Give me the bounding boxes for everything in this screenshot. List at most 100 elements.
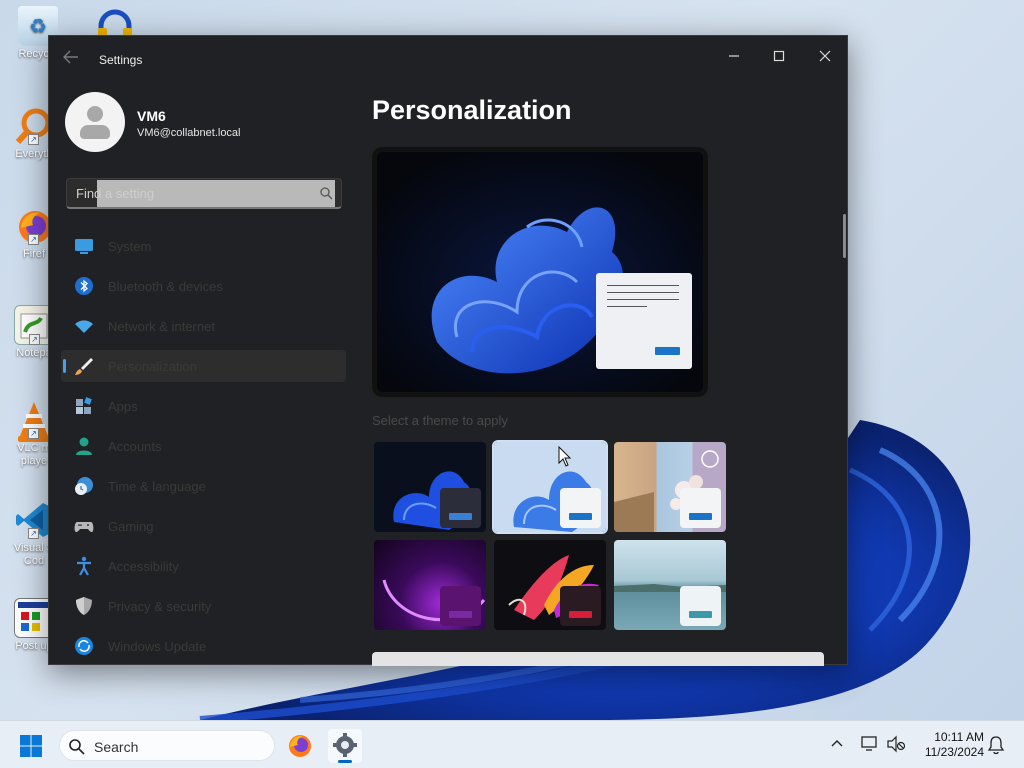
paintbrush-icon <box>75 358 93 375</box>
theme-tile-glow[interactable] <box>374 540 486 630</box>
theme-card-button <box>449 513 472 520</box>
theme-tile-windows-light[interactable] <box>492 440 608 534</box>
settings-window: Settings VM6 VM6@collabnet.local System … <box>48 35 849 666</box>
theme-tile-windows-spotlight[interactable] <box>614 442 726 532</box>
window-title: Settings <box>99 53 143 67</box>
accounts-icon <box>76 437 92 455</box>
sidebar-item-system[interactable]: System <box>61 230 346 262</box>
shortcut-arrow-icon: ↗ <box>28 134 39 145</box>
bluetooth-icon <box>75 277 93 295</box>
sidebar-item-privacy-security[interactable]: Privacy & security <box>61 590 346 622</box>
sidebar-item-windows-update[interactable]: Windows Update <box>61 630 346 662</box>
page-title: Personalization <box>372 95 572 125</box>
preview-text-line <box>607 292 679 293</box>
windows-logo-icon <box>20 735 42 757</box>
sidebar-item-label: Privacy & security <box>108 599 212 614</box>
theme-card <box>560 488 601 528</box>
theme-card-button <box>569 611 592 618</box>
taskbar-app-settings[interactable] <box>328 729 362 763</box>
avatar-head-icon <box>87 106 103 122</box>
clock-date: 11/23/2024 <box>924 745 984 759</box>
scrollbar-thumb[interactable] <box>843 214 846 258</box>
taskbar-app-firefox[interactable] <box>283 729 317 763</box>
sidebar-item-label: Apps <box>108 399 138 414</box>
theme-card-button <box>689 513 712 520</box>
theme-tile-flow[interactable] <box>614 540 726 630</box>
theme-card <box>680 586 721 626</box>
start-button[interactable] <box>19 734 43 758</box>
notification-bell-icon[interactable] <box>987 735 1005 755</box>
active-app-indicator <box>338 760 352 763</box>
find-setting-search[interactable] <box>66 178 342 209</box>
close-icon <box>819 50 831 62</box>
search-input[interactable] <box>67 179 307 208</box>
theme-tile-windows-dark[interactable] <box>374 442 486 532</box>
close-button[interactable] <box>802 42 848 72</box>
sidebar-item-label: Accounts <box>108 439 162 454</box>
shortcut-arrow-icon: ↗ <box>28 528 39 539</box>
time-language-icon <box>75 477 93 495</box>
preview-text-line <box>607 299 679 300</box>
chevron-up-icon[interactable] <box>829 736 845 752</box>
sidebar-item-gaming[interactable]: Gaming <box>61 510 346 542</box>
sidebar-item-personalization[interactable]: Personalization <box>61 350 346 382</box>
taskbar-search[interactable]: Search <box>59 730 275 761</box>
theme-card <box>560 586 601 626</box>
apps-icon <box>76 397 92 414</box>
theme-card-button <box>569 513 592 520</box>
preview-text-line <box>607 306 647 307</box>
sidebar-item-label: Gaming <box>108 519 154 534</box>
sidebar-nav: System Bluetooth & devices Network & int… <box>61 230 346 670</box>
sidebar-item-label: Time & language <box>108 479 206 494</box>
theme-tile-captured-motion[interactable] <box>494 540 606 630</box>
minimize-icon <box>729 55 739 57</box>
preview-dialog-window <box>596 273 692 369</box>
title-bar[interactable]: Settings <box>49 36 849 80</box>
sidebar-item-label: Network & internet <box>108 319 215 334</box>
next-section-card <box>372 652 824 666</box>
shortcut-arrow-icon: ↗ <box>28 234 39 245</box>
themes-label: Select a theme to apply <box>372 413 508 428</box>
preview-button <box>655 347 680 355</box>
preview-text-line <box>607 285 679 286</box>
taskbar-clock[interactable]: 10:11 AM 11/23/2024 <box>914 730 984 760</box>
clock-time: 10:11 AM <box>934 730 984 744</box>
taskbar: Search 10:11 AM 11/23/2024 <box>0 720 1024 768</box>
sidebar-item-time-language[interactable]: Time & language <box>61 470 346 502</box>
search-icon[interactable] <box>319 186 333 200</box>
wifi-icon <box>75 320 93 333</box>
sidebar-item-label: System <box>108 239 152 254</box>
back-arrow-icon[interactable] <box>63 50 83 68</box>
theme-card-button <box>449 611 472 618</box>
shortcut-arrow-icon: ↗ <box>28 428 39 439</box>
svg-text:♻: ♻ <box>29 16 47 38</box>
gaming-controller-icon <box>74 522 94 533</box>
sidebar-item-label: Accessibility <box>108 559 179 574</box>
accessibility-icon <box>77 556 91 576</box>
theme-preview <box>372 147 708 397</box>
sidebar-item-network[interactable]: Network & internet <box>61 310 346 342</box>
taskbar-search-text: Search <box>94 739 139 755</box>
avatar-body-icon <box>80 125 110 139</box>
theme-card <box>440 586 481 626</box>
shield-icon <box>76 597 92 615</box>
search-icon <box>69 739 85 755</box>
sidebar-item-bluetooth[interactable]: Bluetooth & devices <box>61 270 346 302</box>
maximize-button[interactable] <box>756 42 802 72</box>
firefox-icon <box>289 735 311 757</box>
sidebar-item-accessibility[interactable]: Accessibility <box>61 550 346 582</box>
sidebar-item-accounts[interactable]: Accounts <box>61 430 346 462</box>
spotlight-badge-icon <box>701 450 719 468</box>
theme-card-button <box>689 611 712 618</box>
mouse-cursor-icon <box>558 446 572 467</box>
avatar[interactable] <box>65 92 125 152</box>
sidebar-item-apps[interactable]: Apps <box>61 390 346 422</box>
network-display-icon[interactable] <box>860 734 880 754</box>
minimize-button[interactable] <box>711 42 757 72</box>
settings-gear-icon <box>333 733 357 757</box>
system-display-icon <box>75 239 93 254</box>
user-email: VM6@collabnet.local <box>137 127 241 139</box>
maximize-icon <box>773 50 785 62</box>
volume-muted-icon[interactable] <box>886 734 906 754</box>
selection-indicator <box>63 359 66 373</box>
